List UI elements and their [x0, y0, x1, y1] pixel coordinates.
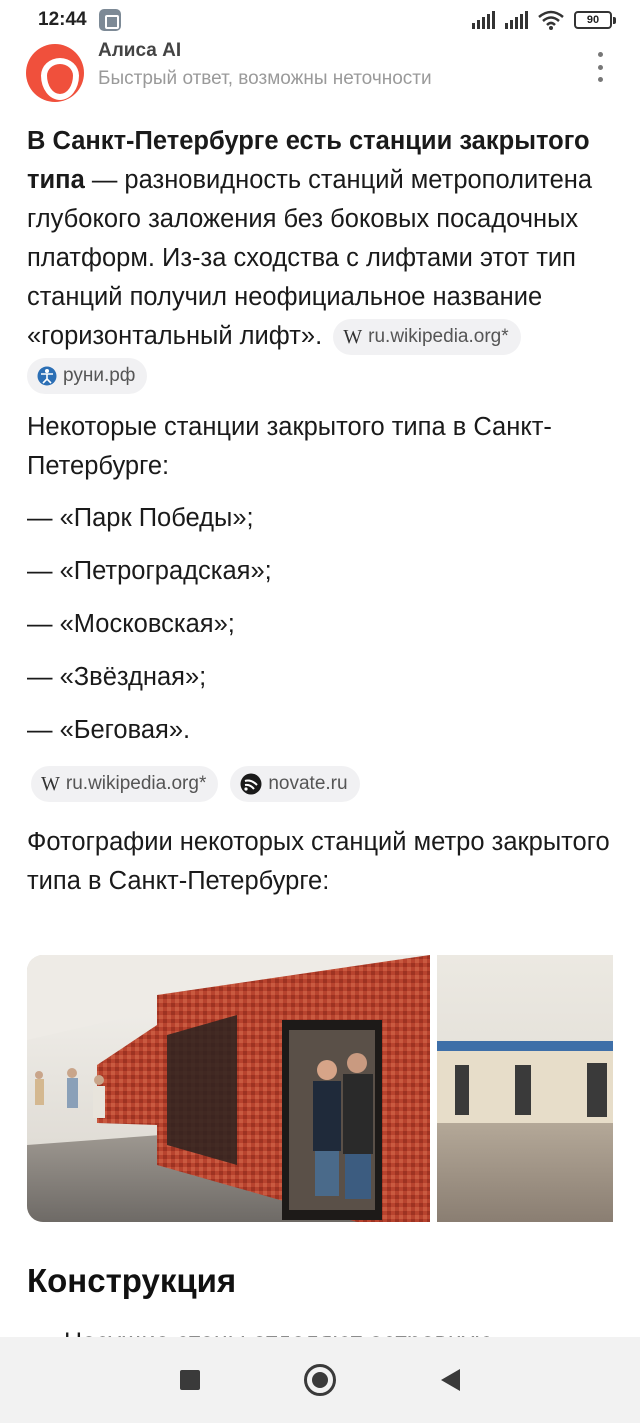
square-icon [180, 1370, 200, 1390]
station-photo[interactable] [27, 955, 430, 1222]
source-chip-label: ru.wikipedia.org* [65, 773, 207, 794]
section-heading: Конструкция [27, 1262, 237, 1299]
status-time: 12:44 [38, 9, 87, 30]
chat-header: Алиса AI Быстрый ответ, возможны неточно… [0, 40, 640, 112]
recents-button[interactable] [172, 1362, 208, 1398]
list-item: — «Парк Победы»; [27, 504, 254, 532]
back-button[interactable] [432, 1362, 468, 1398]
station-list: — «Парк Победы»; — «Петроградская»; — «М… [27, 492, 617, 757]
circle-icon [304, 1364, 336, 1396]
metro-hall-image [27, 955, 430, 1222]
status-bar: 12:44 90 [0, 0, 640, 40]
novate-icon [240, 773, 262, 795]
header-subtitle: Быстрый ответ, возможны неточности [98, 68, 432, 89]
source-chip-wikipedia[interactable]: W ru.wikipedia.org* [31, 766, 219, 802]
wikipedia-icon: W [41, 773, 60, 795]
answer-paragraph-3: Фотографии некоторых станций метро закры… [27, 828, 610, 895]
navigation-bar [0, 1337, 640, 1423]
wifi-icon [538, 10, 564, 30]
source-chip-label: novate.ru [268, 773, 348, 794]
alice-logo-icon [26, 44, 84, 102]
source-chip-novate[interactable]: novate.ru [230, 766, 360, 802]
metro-hall-image-2 [437, 955, 613, 1222]
home-button[interactable] [302, 1362, 338, 1398]
sources-row: W ru.wikipedia.org* novate.ru [27, 757, 617, 811]
list-item: — «Московская»; [27, 610, 235, 638]
source-chip-runi[interactable]: руни.рф [27, 358, 148, 395]
photo-gallery[interactable] [27, 955, 613, 1222]
app-notification-icon [98, 9, 121, 31]
more-options-button[interactable] [588, 52, 612, 82]
signal-icon [472, 11, 495, 29]
battery-icon: 90 [574, 11, 616, 29]
list-item: — «Петроградская»; [27, 557, 272, 585]
list-item: — «Звёздная»; [27, 663, 207, 691]
source-chip-label: руни.рф [63, 365, 136, 387]
source-chip-label: ru.wikipedia.org* [368, 326, 509, 348]
header-title: Алиса AI [98, 41, 182, 61]
signal-icon-2 [505, 11, 528, 29]
runi-icon [37, 366, 57, 386]
answer-content: В Санкт-Петербурге есть станции закрытог… [27, 122, 617, 901]
station-photo[interactable] [437, 955, 613, 1222]
wikipedia-icon: W [343, 326, 363, 349]
list-item: — «Беговая». [27, 716, 191, 744]
triangle-back-icon [440, 1369, 460, 1391]
answer-paragraph-2: Некоторые станции закрытого типа в Санкт… [27, 413, 552, 480]
answer-paragraph-1: В Санкт-Петербурге есть станции закрытог… [27, 122, 617, 395]
source-chip-wikipedia[interactable]: W ru.wikipedia.org* [333, 319, 521, 356]
